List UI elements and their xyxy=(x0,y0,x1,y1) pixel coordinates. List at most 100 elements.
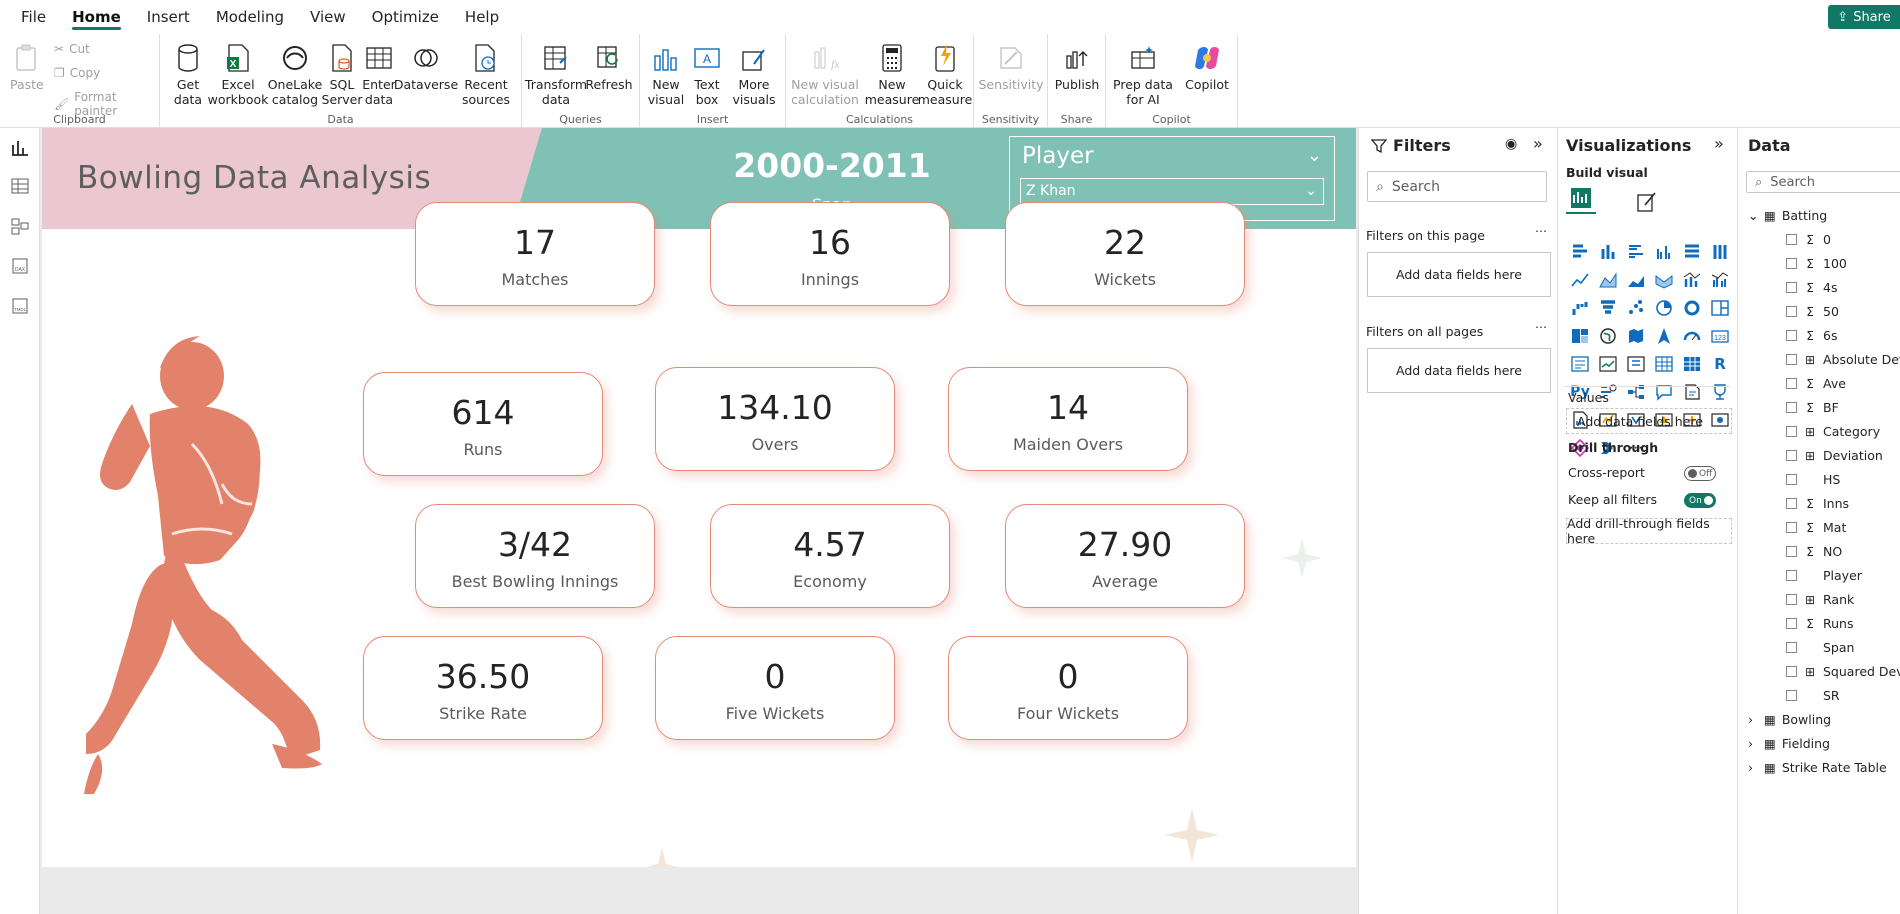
field-item[interactable]: Σ Inns xyxy=(1786,496,1849,511)
menu-insert[interactable]: Insert xyxy=(134,0,203,34)
table-node[interactable]: › ▦ Strike Rate Table xyxy=(1748,760,1887,775)
donut-chart-icon[interactable] xyxy=(1678,294,1706,322)
field-item[interactable]: Σ BF xyxy=(1786,400,1839,415)
field-item[interactable]: Σ NO xyxy=(1786,544,1842,559)
field-item[interactable]: Σ0 xyxy=(1786,232,1831,247)
player-dropdown[interactable]: Z Khan ⌄ xyxy=(1020,178,1324,205)
eye-icon[interactable]: ◉ xyxy=(1505,136,1517,152)
field-item[interactable]: ⊞ Rank xyxy=(1786,592,1854,607)
enter-data-button[interactable]: Enter data xyxy=(362,42,396,107)
kpi-card-four-wickets[interactable]: 0 Four Wickets xyxy=(948,636,1188,740)
treemap-icon[interactable] xyxy=(1706,294,1734,322)
field-item[interactable]: ⊞ Squared Deviati xyxy=(1786,664,1900,679)
new-visual-button[interactable]: New visual xyxy=(646,42,686,107)
field-item[interactable]: Σ 100 xyxy=(1786,256,1847,271)
kpi-card-maiden-overs[interactable]: 14 Maiden Overs xyxy=(948,367,1188,471)
kpi-card-average[interactable]: 27.90 Average xyxy=(1005,504,1245,608)
sensitivity-button[interactable]: Sensitivity xyxy=(978,42,1044,92)
filters-search-input[interactable]: ⌕ Search xyxy=(1367,171,1547,202)
pie-chart-icon[interactable] xyxy=(1650,294,1678,322)
field-item[interactable]: ⊞ Category xyxy=(1786,424,1880,439)
more-options-icon[interactable]: ⋯ xyxy=(1535,224,1547,238)
paste-button[interactable]: Paste xyxy=(10,42,44,92)
copilot-button[interactable]: Copilot xyxy=(1182,42,1232,92)
kpi-card-runs[interactable]: 614 Runs xyxy=(363,372,603,476)
field-checkbox[interactable] xyxy=(1786,306,1797,317)
kpi-card-innings[interactable]: 16 Innings xyxy=(710,202,950,306)
values-dropzone[interactable]: Add data fields here xyxy=(1566,408,1732,434)
cross-report-toggle[interactable]: Off xyxy=(1684,466,1716,481)
drill-through-dropzone[interactable]: Add drill-through fields here xyxy=(1566,516,1732,546)
dataverse-button[interactable]: Dataverse xyxy=(394,42,458,92)
menu-modeling[interactable]: Modeling xyxy=(203,0,297,34)
kpi-card-matches[interactable]: 17 Matches xyxy=(415,202,655,306)
new-visual-calculation-button[interactable]: fx New visual calculation xyxy=(791,42,859,107)
100-stacked-bar-icon[interactable] xyxy=(1678,238,1706,266)
slicer-icon[interactable] xyxy=(1622,350,1650,378)
field-checkbox[interactable] xyxy=(1786,546,1797,557)
recent-sources-button[interactable]: Recent sources xyxy=(458,42,514,107)
field-item[interactable]: Σ 6s xyxy=(1786,328,1837,343)
field-checkbox[interactable] xyxy=(1786,234,1797,245)
field-item[interactable]: HS xyxy=(1786,472,1840,487)
card-icon[interactable]: 123 xyxy=(1706,322,1734,350)
field-checkbox[interactable] xyxy=(1786,402,1797,413)
kpi-card-wickets[interactable]: 22 Wickets xyxy=(1005,202,1245,306)
field-item[interactable]: SR xyxy=(1786,688,1840,703)
field-item[interactable]: ⊞ Deviation xyxy=(1786,448,1883,463)
matrix-icon[interactable] xyxy=(1678,350,1706,378)
field-checkbox[interactable] xyxy=(1786,474,1797,485)
chevron-down-icon[interactable]: ⌄ xyxy=(1307,145,1322,166)
kpi-card-five-wickets[interactable]: 0 Five Wickets xyxy=(655,636,895,740)
field-item[interactable]: Σ 50 xyxy=(1786,304,1839,319)
field-item[interactable]: Σ Runs xyxy=(1786,616,1853,631)
clustered-column-chart-icon[interactable] xyxy=(1650,238,1678,266)
share-button[interactable]: ⇪ Share xyxy=(1828,5,1900,29)
prep-data-ai-button[interactable]: Prep data for AI xyxy=(1110,42,1176,107)
more-visuals-button[interactable]: More visuals xyxy=(728,42,780,107)
tmdl-view-icon[interactable]: TMDL xyxy=(10,296,30,316)
clustered-bar-chart-icon[interactable] xyxy=(1622,238,1650,266)
new-measure-button[interactable]: New measure xyxy=(865,42,919,107)
decomposition-tree-icon[interactable] xyxy=(1622,378,1650,406)
smart-narrative-icon[interactable] xyxy=(1678,378,1706,406)
stacked-area-chart-icon[interactable] xyxy=(1622,266,1650,294)
menu-help[interactable]: Help xyxy=(452,0,512,34)
field-item[interactable]: Span xyxy=(1786,640,1854,655)
kpi-card-strike-rate[interactable]: 36.50 Strike Rate xyxy=(363,636,603,740)
keep-filters-toggle[interactable]: On xyxy=(1684,493,1716,508)
table-node[interactable]: ⌄ ▦ Batting xyxy=(1748,208,1827,223)
menu-optimize[interactable]: Optimize xyxy=(359,0,452,34)
field-checkbox[interactable] xyxy=(1786,594,1797,605)
gauge-icon[interactable] xyxy=(1678,322,1706,350)
refresh-button[interactable]: Refresh xyxy=(585,42,633,92)
line-column-chart-icon[interactable] xyxy=(1678,266,1706,294)
field-item[interactable]: Σ Ave xyxy=(1786,376,1846,391)
kpi-card-economy[interactable]: 4.57 Economy xyxy=(710,504,950,608)
kpi-card-best-bowling[interactable]: 3/42 Best Bowling Innings xyxy=(415,504,655,608)
filters-page-dropzone[interactable]: Add data fields here xyxy=(1367,252,1551,297)
qna-icon[interactable] xyxy=(1650,378,1678,406)
field-checkbox[interactable] xyxy=(1786,618,1797,629)
field-checkbox[interactable] xyxy=(1786,282,1797,293)
format-visual-tab-icon[interactable] xyxy=(1632,186,1662,216)
filled-map-icon[interactable] xyxy=(1622,322,1650,350)
r-visual-icon[interactable]: R xyxy=(1706,350,1734,378)
copy-button[interactable]: ❐ Copy xyxy=(54,66,100,80)
field-item[interactable]: Σ 4s xyxy=(1786,280,1837,295)
field-checkbox[interactable] xyxy=(1786,642,1797,653)
kpi-card-overs[interactable]: 134.10 Overs xyxy=(655,367,895,471)
multi-row-card-icon[interactable] xyxy=(1566,350,1594,378)
field-checkbox[interactable] xyxy=(1786,378,1797,389)
funnel-chart-icon[interactable] xyxy=(1594,294,1622,322)
report-view-icon[interactable] xyxy=(10,138,30,158)
table-node[interactable]: › ▦ Fielding xyxy=(1748,736,1830,751)
ribbon-chart-icon[interactable] xyxy=(1650,266,1678,294)
map-icon[interactable] xyxy=(1594,322,1622,350)
publish-button[interactable]: Publish xyxy=(1054,42,1100,92)
field-checkbox[interactable] xyxy=(1786,258,1797,269)
field-checkbox[interactable] xyxy=(1786,666,1797,677)
treemap-filled-icon[interactable] xyxy=(1566,322,1594,350)
filters-all-dropzone[interactable]: Add data fields here xyxy=(1367,348,1551,393)
transform-data-button[interactable]: Transform data xyxy=(525,42,587,107)
